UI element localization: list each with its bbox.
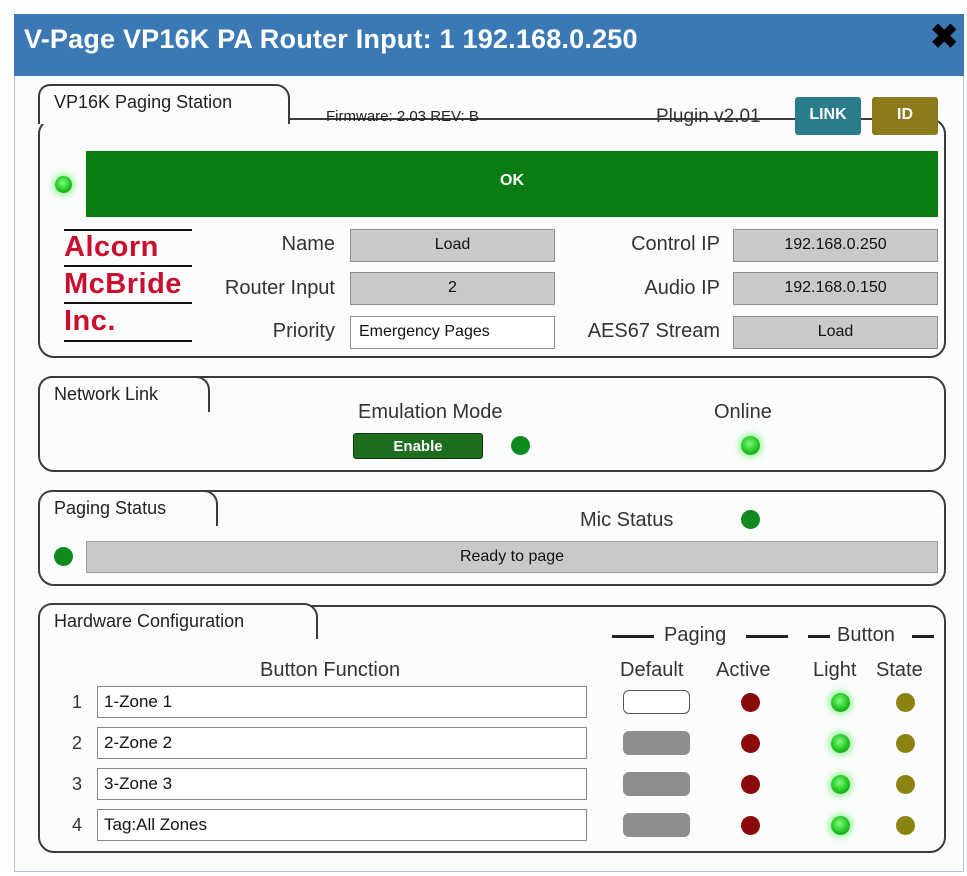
audio-ip-field[interactable]: 192.168.0.150 <box>733 272 938 305</box>
light-led[interactable] <box>831 816 850 835</box>
default-toggle[interactable] <box>623 690 690 714</box>
close-icon[interactable]: ✖ <box>930 20 959 54</box>
router-input-label: Router Input <box>224 277 335 299</box>
active-led <box>741 693 760 712</box>
name-label: Name <box>281 233 335 255</box>
button-function-input[interactable]: Tag:All Zones <box>97 809 587 841</box>
row-number: 4 <box>71 815 82 835</box>
online-label: Online <box>714 401 772 423</box>
hardware-config-tab: Hardware Configuration <box>38 603 318 639</box>
priority-field[interactable]: Emergency Pages <box>350 316 555 349</box>
online-led <box>741 436 760 455</box>
col-default: Default <box>620 659 684 681</box>
logo-line-2: McBride <box>64 268 182 300</box>
firmware-text: Firmware: 2.03 REV: B <box>326 108 479 125</box>
mic-status-led <box>741 510 760 529</box>
col-button-function: Button Function <box>260 659 401 681</box>
mic-status-label: Mic Status <box>580 509 674 531</box>
enable-button[interactable]: Enable <box>353 433 483 459</box>
row-number: 1 <box>71 692 82 712</box>
router-input-field[interactable]: 2 <box>350 272 555 305</box>
station-status-text: OK <box>500 172 524 189</box>
logo-line-3: Inc. <box>64 305 116 337</box>
paging-status-tab: Paging Status <box>38 490 218 526</box>
button-function-input[interactable]: 1-Zone 1 <box>97 686 587 718</box>
default-toggle[interactable] <box>623 731 690 755</box>
control-ip-field[interactable]: 192.168.0.250 <box>733 229 938 262</box>
col-active: Active <box>716 659 771 681</box>
light-led[interactable] <box>831 775 850 794</box>
active-led <box>741 816 760 835</box>
paging-status-bar: Ready to page <box>86 541 938 573</box>
aes67-label: AES67 Stream <box>587 320 720 342</box>
light-led[interactable] <box>831 693 850 712</box>
link-button[interactable]: LINK <box>795 97 861 135</box>
default-toggle[interactable] <box>623 772 690 796</box>
button-function-input[interactable]: 2-Zone 2 <box>97 727 587 759</box>
logo-line-1: Alcorn <box>64 231 159 263</box>
state-led <box>896 693 915 712</box>
active-led <box>741 734 760 753</box>
state-led <box>896 734 915 753</box>
aes67-field[interactable]: Load <box>733 316 938 349</box>
paging-header: Paging <box>664 624 727 646</box>
state-led <box>896 775 915 794</box>
audio-ip-label: Audio IP <box>644 277 720 299</box>
button-function-input[interactable]: 3-Zone 3 <box>97 768 587 800</box>
col-light: Light <box>813 659 857 681</box>
state-led <box>896 816 915 835</box>
name-field[interactable]: Load <box>350 229 555 262</box>
active-led <box>741 775 760 794</box>
default-toggle[interactable] <box>623 813 690 837</box>
emulation-led <box>511 436 530 455</box>
plugin-version: Plugin v2.01 <box>656 106 761 127</box>
window-title: V-Page VP16K PA Router Input: 1 192.168.… <box>24 24 638 54</box>
emulation-mode-label: Emulation Mode <box>358 401 503 423</box>
paging-status-led <box>54 547 73 566</box>
station-status-led <box>55 176 72 193</box>
col-state: State <box>876 659 923 681</box>
id-button[interactable]: ID <box>872 97 938 135</box>
control-ip-label: Control IP <box>631 233 720 255</box>
button-header: Button <box>837 624 895 646</box>
network-link-tab: Network Link <box>38 376 210 412</box>
priority-label: Priority <box>272 320 335 342</box>
light-led[interactable] <box>831 734 850 753</box>
row-number: 3 <box>71 774 82 794</box>
row-number: 2 <box>71 733 82 753</box>
